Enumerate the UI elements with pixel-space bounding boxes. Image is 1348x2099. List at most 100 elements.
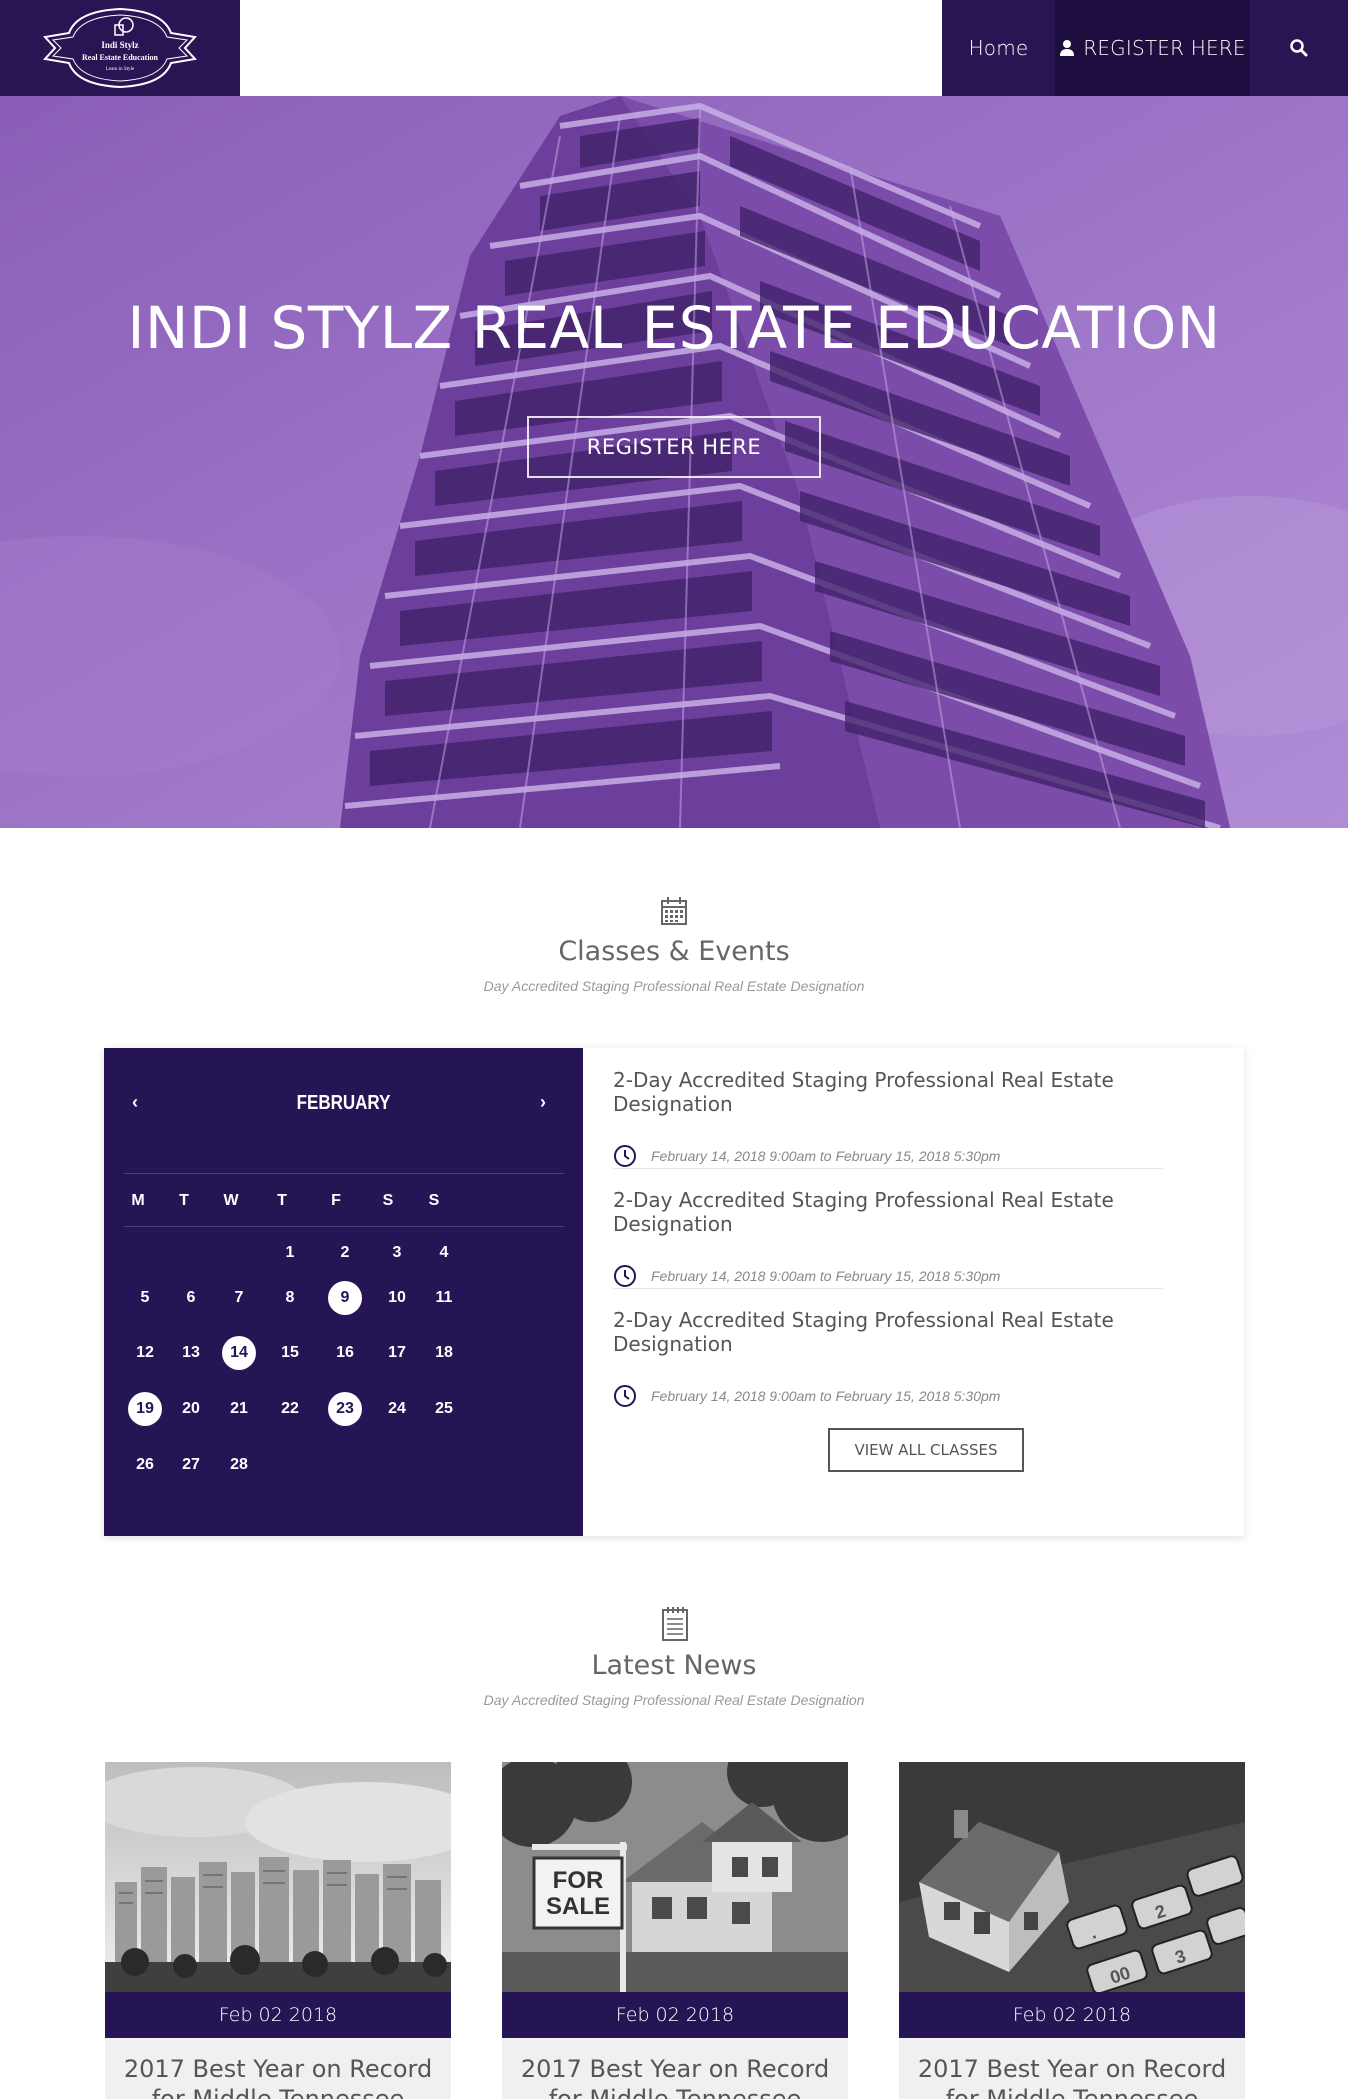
logo-line1: Indi Stylz <box>101 40 138 50</box>
event-list: 2-Day Accredited Staging Professional Re… <box>583 1048 1244 1536</box>
calendar-day-event[interactable]: 19 <box>128 1392 162 1426</box>
for-sale-house-photo: FOR SALE <box>502 1762 848 1992</box>
calendar-prev-button[interactable]: ‹ <box>132 1092 138 1113</box>
calendar-day[interactable]: 10 <box>380 1281 414 1315</box>
calendar-day-event[interactable]: 9 <box>328 1281 362 1315</box>
news-card[interactable]: Feb 02 2018 2017 Best Year on Record for… <box>105 1762 451 2099</box>
calendar-day[interactable]: 4 <box>427 1236 461 1270</box>
nav-register-link[interactable]: REGISTER HERE <box>1055 0 1250 96</box>
news-title: Latest News <box>591 1650 757 1681</box>
calendar-day[interactable]: 21 <box>222 1392 256 1426</box>
calendar-divider <box>124 1173 564 1174</box>
main-nav: Home REGISTER HERE <box>942 0 1348 96</box>
news-card[interactable]: . 2 00 3 Feb 02 2018 2017 Best Year on R… <box>899 1762 1245 2099</box>
calendar-day[interactable]: 1 <box>273 1236 307 1270</box>
event-time-row: February 14, 2018 9:00am to February 15,… <box>613 1384 1000 1408</box>
news-date: Feb 02 2018 <box>105 1992 451 2038</box>
event-item[interactable]: 2-Day Accredited Staging Professional Re… <box>613 1068 1173 1167</box>
calendar-day[interactable]: 28 <box>222 1448 256 1482</box>
logo-line3: Learn in Style <box>106 67 135 72</box>
clock-icon <box>614 1265 636 1287</box>
calendar-month: FEBRUARY <box>296 1092 391 1114</box>
calendar-day[interactable]: 7 <box>222 1281 256 1315</box>
news-body: 2017 Best Year on Record for Middle Tenn… <box>105 2038 451 2099</box>
logo-line2: Real Estate Education <box>82 53 159 62</box>
calendar-weekday: S <box>428 1192 440 1209</box>
clock-icon <box>614 1385 636 1407</box>
calendar-day[interactable]: 12 <box>128 1336 162 1370</box>
notepad-icon <box>662 1607 688 1641</box>
calendar-icon <box>661 897 687 925</box>
event-time-row: February 14, 2018 9:00am to February 15,… <box>613 1264 1000 1288</box>
event-title[interactable]: 2-Day Accredited Staging Professional Re… <box>613 1308 1173 1356</box>
calendar-day[interactable]: 22 <box>273 1392 307 1426</box>
hero-banner: INDI STYLZ REAL ESTATE EDUCATION REGISTE… <box>0 96 1348 828</box>
news-headline[interactable]: 2017 Best Year on Record for Middle Tenn… <box>512 2054 838 2099</box>
site-logo[interactable]: Indi Stylz Real Estate Education Learn i… <box>0 0 240 96</box>
city-skyline-photo <box>105 1762 451 1992</box>
calendar-day[interactable]: 20 <box>174 1392 208 1426</box>
news-image[interactable]: . 2 00 3 <box>899 1762 1245 1992</box>
calendar-day[interactable]: 2 <box>328 1236 362 1270</box>
calendar-day[interactable]: 27 <box>174 1448 208 1482</box>
news-subtitle: Day Accredited Staging Professional Real… <box>483 1692 865 1708</box>
calendar-weekday: M <box>131 1192 145 1209</box>
event-item[interactable]: 2-Day Accredited Staging Professional Re… <box>613 1308 1173 1407</box>
calendar-day-event[interactable]: 14 <box>222 1336 256 1370</box>
news-date: Feb 02 2018 <box>502 1992 848 2038</box>
calendar-next-button[interactable]: › <box>540 1092 546 1113</box>
calendar-weekday: T <box>277 1192 287 1209</box>
svg-text:SALE: SALE <box>546 1893 610 1920</box>
calendar-weekday: S <box>382 1192 394 1209</box>
calendar-day[interactable]: 8 <box>273 1281 307 1315</box>
event-item[interactable]: 2-Day Accredited Staging Professional Re… <box>613 1188 1173 1287</box>
news-card[interactable]: FOR SALE Feb 02 2018 2017 Best Year on R… <box>502 1762 848 2099</box>
classes-title: Classes & Events <box>558 936 790 967</box>
calendar-day[interactable]: 15 <box>273 1336 307 1370</box>
calendar-day[interactable]: 16 <box>328 1336 362 1370</box>
calendar-weekday: F <box>331 1192 341 1209</box>
news-body: 2017 Best Year on Record for Middle Tenn… <box>502 2038 848 2099</box>
calendar-day[interactable]: 11 <box>427 1281 461 1315</box>
event-title[interactable]: 2-Day Accredited Staging Professional Re… <box>613 1188 1173 1236</box>
calendar-day[interactable]: 26 <box>128 1448 162 1482</box>
event-time: February 14, 2018 9:00am to February 15,… <box>651 1268 1001 1284</box>
event-time: February 14, 2018 9:00am to February 15,… <box>651 1148 1001 1164</box>
calendar-weekday: T <box>179 1192 189 1209</box>
nav-home-link[interactable]: Home <box>942 0 1055 96</box>
classes-subtitle: Day Accredited Staging Professional Real… <box>483 978 865 994</box>
event-divider <box>613 1168 1163 1169</box>
news-image[interactable] <box>105 1762 451 1992</box>
clock-icon <box>614 1145 636 1167</box>
calendar-day[interactable]: 18 <box>427 1336 461 1370</box>
calendar-weekday: W <box>223 1192 239 1209</box>
event-time: February 14, 2018 9:00am to February 15,… <box>651 1388 1001 1404</box>
event-divider <box>613 1288 1163 1289</box>
calendar-day[interactable]: 24 <box>380 1392 414 1426</box>
svg-text:FOR: FOR <box>553 1867 604 1894</box>
calendar-day-event[interactable]: 23 <box>328 1392 362 1426</box>
news-headline[interactable]: 2017 Best Year on Record for Middle Tenn… <box>909 2054 1235 2099</box>
calendar-day[interactable]: 5 <box>128 1281 162 1315</box>
calendar-day[interactable]: 3 <box>380 1236 414 1270</box>
calendar-day[interactable]: 25 <box>427 1392 461 1426</box>
search-button[interactable] <box>1250 0 1348 96</box>
calendar-day[interactable]: 17 <box>380 1336 414 1370</box>
calendar-day[interactable]: 6 <box>174 1281 208 1315</box>
event-time-row: February 14, 2018 9:00am to February 15,… <box>613 1144 1000 1168</box>
logo-emblem: Indi Stylz Real Estate Education Learn i… <box>43 7 197 89</box>
news-image[interactable]: FOR SALE <box>502 1762 848 1992</box>
event-calendar: ‹ FEBRUARY › M T W T F S S 1 2 3 4 5 6 7 8 9 10 11 12 13 14 1… <box>104 1048 583 1536</box>
site-header: Indi Stylz Real Estate Education Learn i… <box>0 0 1348 96</box>
news-body: 2017 Best Year on Record for Middle Tenn… <box>899 2038 1245 2099</box>
news-headline[interactable]: 2017 Best Year on Record for Middle Tenn… <box>115 2054 441 2099</box>
hero-title: INDI STYLZ REAL ESTATE EDUCATION <box>127 294 1221 362</box>
calendar-day[interactable]: 13 <box>174 1336 208 1370</box>
event-title[interactable]: 2-Day Accredited Staging Professional Re… <box>613 1068 1173 1116</box>
house-on-calculator-photo: . 2 00 3 <box>899 1762 1245 1992</box>
hero-register-button[interactable]: REGISTER HERE <box>527 416 821 478</box>
nav-home-label: Home <box>968 36 1029 60</box>
calendar-divider <box>124 1226 564 1227</box>
view-all-classes-button[interactable]: VIEW ALL CLASSES <box>828 1428 1024 1472</box>
search-icon <box>1290 39 1308 57</box>
